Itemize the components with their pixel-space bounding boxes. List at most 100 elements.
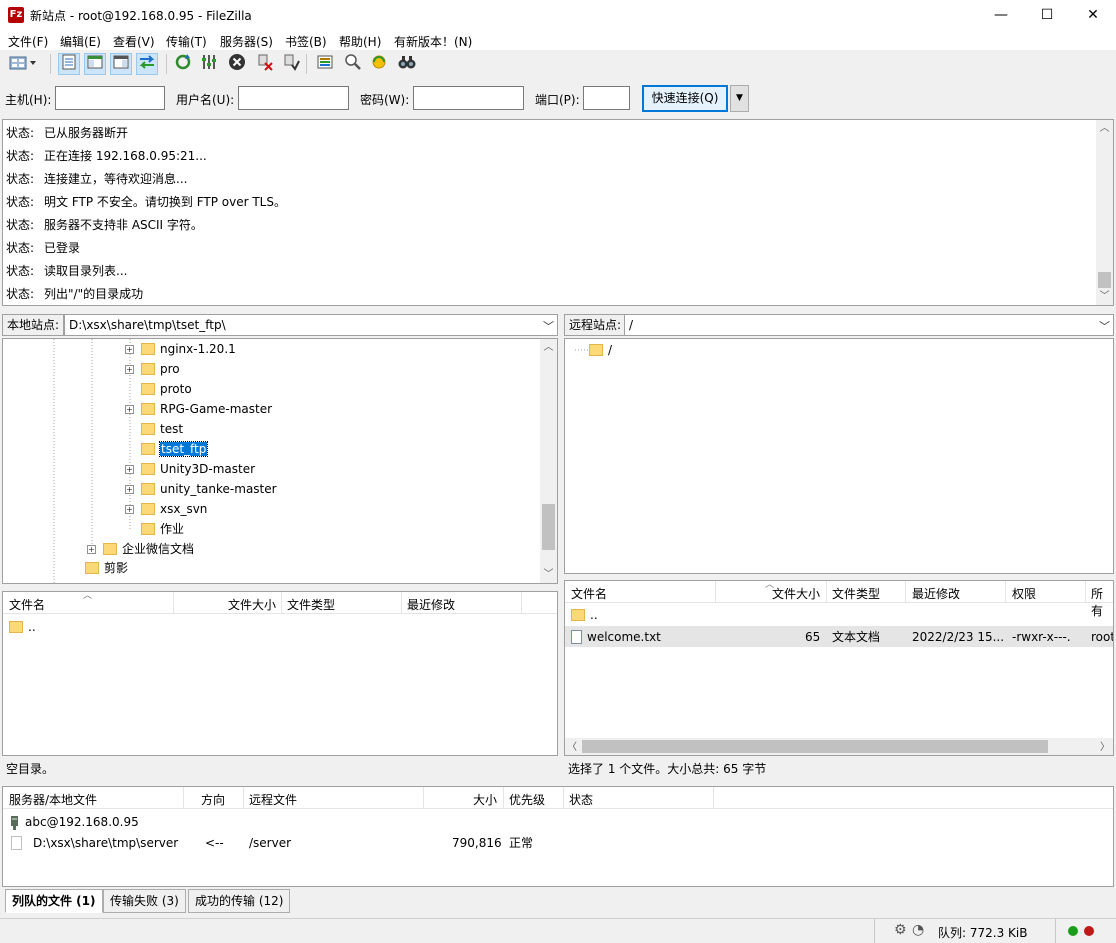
directory-listing-filter-icon[interactable] xyxy=(314,53,336,75)
username-input[interactable] xyxy=(238,86,349,110)
tab-queued-files[interactable]: 列队的文件 (1) xyxy=(5,889,103,913)
remote-path-input[interactable]: / xyxy=(624,314,1114,336)
menu-help[interactable]: 帮助(H) xyxy=(339,33,381,50)
column-filetype[interactable]: 文件类型 xyxy=(287,596,335,613)
transfer-queue-icon[interactable] xyxy=(136,53,158,75)
expand-icon[interactable]: + xyxy=(125,505,134,514)
port-input[interactable] xyxy=(583,86,630,110)
scroll-up-icon[interactable]: ︿ xyxy=(1096,120,1113,137)
log-scrollbar[interactable]: ︿ ﹀ xyxy=(1096,120,1113,305)
search-files-icon[interactable] xyxy=(396,53,418,75)
expand-icon[interactable]: + xyxy=(125,465,134,474)
tree-node[interactable]: 作业 xyxy=(141,519,184,539)
toggle-remote-tree-icon[interactable] xyxy=(110,53,132,75)
toggle-local-tree-icon[interactable] xyxy=(84,53,106,75)
disconnect-icon[interactable] xyxy=(254,53,276,75)
tree-node[interactable]: / xyxy=(589,340,612,360)
compare-directories-icon[interactable] xyxy=(342,53,364,75)
expand-icon[interactable]: + xyxy=(125,365,134,374)
local-path-input[interactable]: D:\xsx\share\tmp\tset_ftp\ xyxy=(64,314,558,336)
column-size[interactable]: 大小 xyxy=(473,791,497,808)
menu-edit[interactable]: 编辑(E) xyxy=(60,33,101,50)
column-filename[interactable]: 文件名 xyxy=(571,585,607,602)
menu-transfer[interactable]: 传输(T) xyxy=(166,33,207,50)
tree-node-selected[interactable]: tset_ftp xyxy=(141,439,209,459)
tree-node[interactable]: RPG-Game-master xyxy=(141,399,272,419)
toggle-log-icon[interactable] xyxy=(58,53,80,75)
scroll-left-icon[interactable]: 〈 xyxy=(567,738,577,753)
refresh-icon[interactable] xyxy=(172,53,194,75)
menu-bookmarks[interactable]: 书签(B) xyxy=(285,33,327,50)
filezilla-logo-icon: Fz xyxy=(8,7,24,23)
expand-icon[interactable]: + xyxy=(125,345,134,354)
minimize-button[interactable]: — xyxy=(978,0,1024,30)
close-button[interactable]: ✕ xyxy=(1070,0,1116,30)
tree-node[interactable]: 剪影 xyxy=(85,558,128,578)
tab-failed-transfers[interactable]: 传输失败 (3) xyxy=(103,889,186,913)
cancel-operation-icon[interactable] xyxy=(226,53,248,75)
tab-successful-transfers[interactable]: 成功的传输 (12) xyxy=(188,889,291,913)
file-row[interactable]: .. xyxy=(571,605,598,625)
tree-node[interactable]: test xyxy=(141,419,183,439)
column-filesize[interactable]: 文件大小 xyxy=(228,596,276,613)
expand-icon[interactable]: + xyxy=(125,485,134,494)
chevron-down-icon[interactable]: ﹀ xyxy=(1099,318,1110,334)
scroll-thumb[interactable] xyxy=(582,740,1048,753)
tree-node[interactable]: Unity3D-master xyxy=(141,459,255,479)
tree-node[interactable]: nginx-1.20.1 xyxy=(141,339,236,359)
scroll-right-icon[interactable]: 〉 xyxy=(1100,738,1110,753)
quickconnect-button[interactable]: 快速连接(Q) xyxy=(642,85,728,112)
scroll-down-icon[interactable]: ﹀ xyxy=(1096,288,1113,305)
column-filename[interactable]: 文件名 xyxy=(9,596,45,613)
tree-node[interactable]: proto xyxy=(141,379,192,399)
tree-node[interactable]: xsx_svn xyxy=(141,499,207,519)
chevron-down-icon[interactable]: ﹀ xyxy=(543,318,554,334)
column-priority[interactable]: 优先级 xyxy=(509,791,545,808)
scroll-thumb[interactable] xyxy=(1098,272,1111,288)
username-label: 用户名(U): xyxy=(176,93,235,107)
menu-file[interactable]: 文件(F) xyxy=(8,33,48,50)
gear-icon[interactable]: ⚙ xyxy=(894,922,907,938)
maximize-button[interactable]: ☐ xyxy=(1024,0,1070,30)
column-server-local[interactable]: 服务器/本地文件 xyxy=(9,791,97,808)
site-manager-icon[interactable] xyxy=(6,53,40,75)
column-modified[interactable]: 最近修改 xyxy=(407,596,455,613)
speed-limit-icon[interactable]: ◔ xyxy=(912,922,924,938)
quickconnect-dropdown-icon[interactable]: ▼ xyxy=(730,85,749,112)
column-filetype[interactable]: 文件类型 xyxy=(832,585,880,602)
column-permissions[interactable]: 权限 xyxy=(1012,585,1036,602)
tree-node[interactable]: 企业微信文档 xyxy=(103,539,194,559)
local-tree-scrollbar[interactable]: ︿ ﹀ xyxy=(540,339,557,583)
scroll-down-icon[interactable]: ﹀ xyxy=(540,566,557,583)
column-status[interactable]: 状态 xyxy=(569,791,593,808)
expand-icon[interactable]: + xyxy=(125,405,134,414)
file-row[interactable]: .. xyxy=(9,617,36,637)
expand-icon[interactable]: + xyxy=(87,545,96,554)
scroll-up-icon[interactable]: ︿ xyxy=(540,339,557,356)
log-line: 状态: 已从服务器断开 xyxy=(6,126,129,140)
host-input[interactable] xyxy=(55,86,165,110)
queue-server-row[interactable]: abc@192.168.0.95 xyxy=(9,812,139,832)
password-input[interactable] xyxy=(413,86,524,110)
menu-view[interactable]: 查看(V) xyxy=(113,33,155,50)
reconnect-icon[interactable] xyxy=(280,53,302,75)
process-queue-icon[interactable] xyxy=(198,53,220,75)
column-remote-file[interactable]: 远程文件 xyxy=(249,791,297,808)
local-directory-tree: + nginx-1.20.1 + pro proto + RPG-Game-ma… xyxy=(2,338,558,584)
scroll-thumb[interactable] xyxy=(542,504,555,550)
menu-new-version[interactable]: 有新版本！(N) xyxy=(394,33,472,50)
queue-item-row[interactable]: D:\xsx\share\tmp\server <-- /server 790,… xyxy=(3,833,1113,853)
remote-list-hscrollbar[interactable]: 〈 〉 xyxy=(565,738,1113,755)
file-row-selected[interactable]: welcome.txt 65 文本文档 2022/2/23 15... -rwx… xyxy=(565,626,1113,647)
column-owner[interactable]: 所有 xyxy=(1091,585,1113,619)
tree-node[interactable]: pro xyxy=(141,359,180,379)
column-filesize[interactable]: 文件大小 xyxy=(772,585,820,602)
menu-server[interactable]: 服务器(S) xyxy=(220,33,273,50)
column-direction[interactable]: 方向 xyxy=(201,791,225,808)
file-type: 文本文档 xyxy=(832,630,881,644)
log-line: 状态: 明文 FTP 不安全。请切换到 FTP over TLS。 xyxy=(6,195,286,209)
column-modified[interactable]: 最近修改 xyxy=(912,585,960,602)
local-path-bar: 本地站点: D:\xsx\share\tmp\tset_ftp\ ﹀ xyxy=(2,313,558,337)
sync-browsing-icon[interactable] xyxy=(368,53,390,75)
tree-node[interactable]: unity_tanke-master xyxy=(141,479,277,499)
